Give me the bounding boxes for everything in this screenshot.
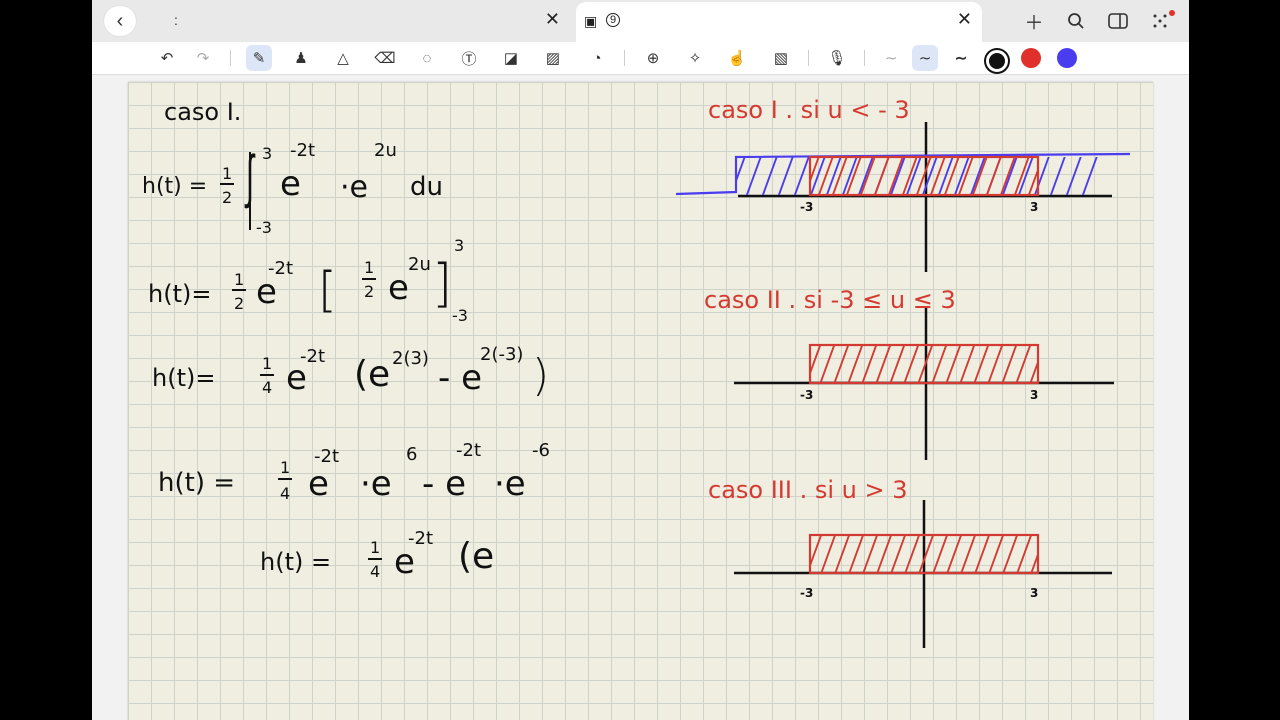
zoom-icon[interactable]: ⊕ — [640, 45, 666, 71]
eraser-icon[interactable]: ⌫ — [372, 45, 398, 71]
hand-icon[interactable]: ☝ — [724, 45, 750, 71]
plus-icon[interactable]: ＋ — [1019, 6, 1049, 36]
app-window: ‹ : ✕ ▣ 9 ✕ ＋ ↶ ↷ ✎ ♟ △ ⌫ ◌ Ⓣ ◪ ▨ ◔ ⊕ ✧ … — [92, 0, 1189, 720]
stroke-medium-icon[interactable]: ∼ — [912, 45, 938, 71]
image-icon[interactable]: ▨ — [540, 45, 566, 71]
case1-graph — [675, 122, 1131, 272]
divider — [624, 50, 625, 66]
lasso-icon[interactable]: ◌ — [414, 45, 440, 71]
divider — [808, 50, 809, 66]
tab-title: : — [174, 12, 178, 28]
tab-document-2[interactable]: ▣ 9 ✕ — [576, 2, 982, 42]
laser-pointer-icon[interactable]: ✧ — [682, 45, 708, 71]
sticker-icon[interactable]: ◔ — [584, 45, 610, 71]
sidebar-icon[interactable] — [1103, 6, 1133, 36]
color-blue-swatch[interactable] — [1057, 48, 1077, 68]
notification-dot — [1169, 10, 1175, 16]
pen-icon[interactable]: ✎ — [246, 45, 272, 71]
color-black-swatch[interactable] — [986, 50, 1008, 72]
drawing-toolbar: ↶ ↷ ✎ ♟ △ ⌫ ◌ Ⓣ ◪ ▨ ◔ ⊕ ✧ ☝ ▧ 🎙 ∼ ∼ ∼ — [92, 42, 1189, 75]
undo-icon[interactable]: ↶ — [154, 45, 180, 71]
text-icon[interactable]: Ⓣ — [456, 45, 482, 71]
page-count-badge: 9 — [606, 13, 620, 27]
c1-red-rect — [808, 155, 1040, 197]
c3-red-rect — [808, 533, 1040, 575]
stroke-thick-icon[interactable]: ∼ — [948, 45, 974, 71]
divider — [864, 50, 865, 66]
close-tab-icon[interactable]: ✕ — [545, 9, 560, 30]
search-icon[interactable] — [1061, 6, 1091, 36]
chevron-left-icon: ‹ — [116, 9, 124, 32]
pattern-icon[interactable]: ▧ — [768, 45, 794, 71]
notebook-icon: ▣ — [584, 13, 598, 29]
stroke-thin-icon[interactable]: ∼ — [878, 45, 904, 71]
tab-bar: ‹ : ✕ ▣ 9 ✕ ＋ — [92, 0, 1189, 42]
color-red-swatch[interactable] — [1021, 48, 1041, 68]
close-tab-icon[interactable]: ✕ — [957, 9, 972, 30]
note-canvas[interactable]: caso I. h(t) = 1 2 ∫ 3 -3 e -2t ·e 2u du… — [128, 82, 1153, 720]
microphone-icon[interactable]: 🎙 — [824, 45, 850, 71]
shapes-icon[interactable]: ◪ — [498, 45, 524, 71]
handwritten-graphs — [249, 122, 1131, 648]
case3-graph — [734, 500, 1112, 648]
highlighter-icon[interactable]: △ — [330, 45, 356, 71]
c2-red-rect — [808, 343, 1040, 385]
divider — [230, 50, 231, 66]
tab-document-1[interactable]: : ✕ — [150, 5, 570, 37]
fountain-pen-icon[interactable]: ♟ — [288, 45, 314, 71]
case2-graph — [734, 308, 1114, 460]
back-button[interactable]: ‹ — [104, 6, 136, 36]
redo-icon[interactable]: ↷ — [190, 45, 216, 71]
window-actions: ＋ — [1019, 6, 1179, 36]
